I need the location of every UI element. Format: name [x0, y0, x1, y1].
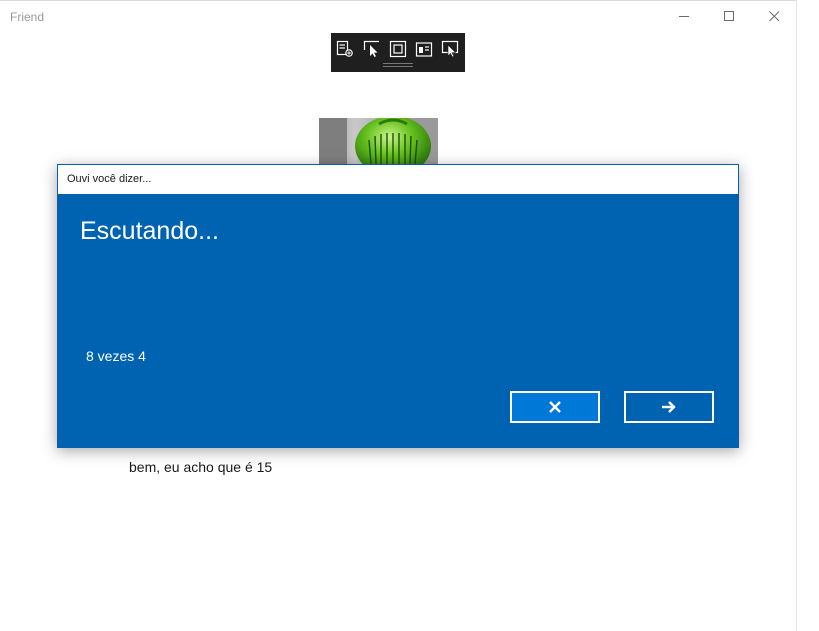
- toolbar-grip[interactable]: [383, 63, 413, 67]
- dialog-title: Ouvi você dizer...: [67, 173, 152, 185]
- avatar: [319, 118, 438, 166]
- debug-toolbar: [331, 33, 465, 72]
- app-title: Friend: [10, 10, 45, 24]
- minimize-button[interactable]: [661, 1, 707, 32]
- maximize-button[interactable]: [706, 1, 752, 32]
- select-element-icon[interactable]: [363, 40, 381, 58]
- listening-heading: Escutando...: [80, 217, 219, 245]
- confirm-button[interactable]: [624, 391, 714, 423]
- track-focus-icon[interactable]: [415, 40, 433, 58]
- close-icon: [549, 401, 561, 413]
- green-ball-avatar: [319, 118, 438, 166]
- maximize-icon: [723, 11, 734, 21]
- live-visual-tree-icon[interactable]: [336, 40, 354, 58]
- dialog-header: Ouvi você dizer...: [58, 165, 738, 195]
- app-window: Friend bem, eu acho que é 15 Ouvi você d…: [0, 0, 797, 631]
- minimize-icon: [678, 16, 689, 17]
- assistant-response: bem, eu acho que é 15: [129, 459, 273, 475]
- arrow-right-icon: [662, 401, 676, 413]
- close-button[interactable]: [751, 1, 797, 32]
- display-layout-adorners-icon[interactable]: [389, 40, 407, 58]
- heard-text: 8 vezes 4: [86, 348, 146, 364]
- close-icon: [768, 11, 779, 22]
- preview-selection-icon[interactable]: [441, 40, 459, 58]
- speech-recognition-dialog: Ouvi você dizer... Escutando... 8 vezes …: [57, 164, 739, 448]
- title-bar[interactable]: Friend: [0, 1, 797, 32]
- cancel-button[interactable]: [510, 391, 600, 423]
